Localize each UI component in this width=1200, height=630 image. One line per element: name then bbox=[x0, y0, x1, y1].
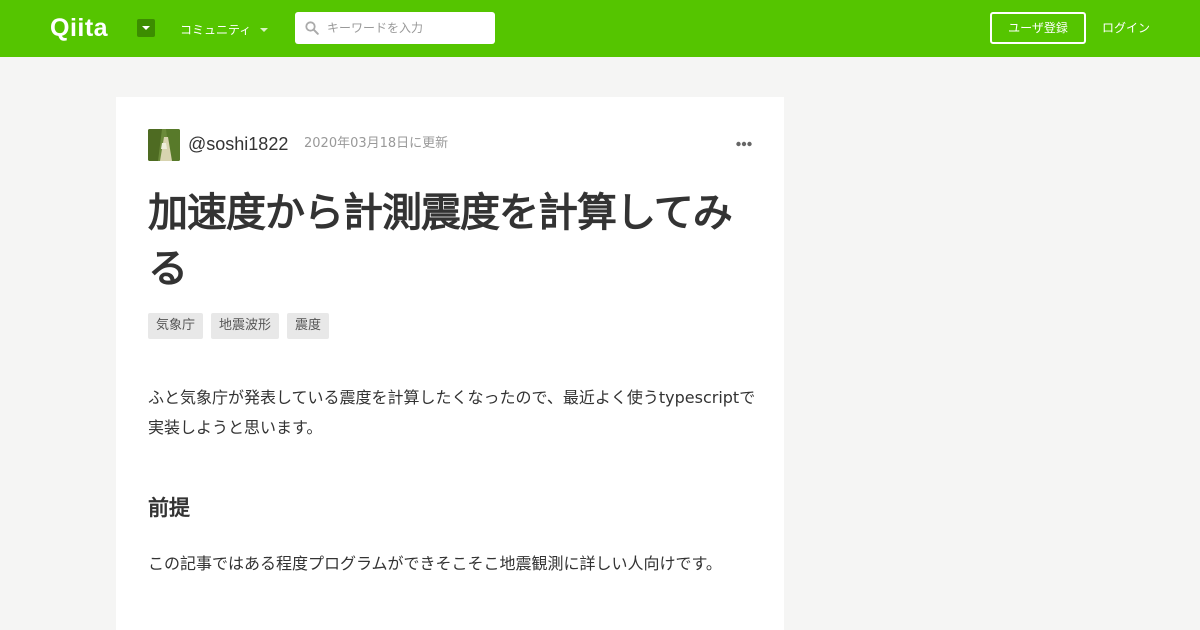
search-box bbox=[295, 12, 495, 44]
author-avatar[interactable] bbox=[148, 129, 180, 161]
article-intro-paragraph: ふと気象庁が発表している震度を計算したくなったので、最近よく使うtypescri… bbox=[148, 388, 756, 437]
tag[interactable]: 震度 bbox=[287, 313, 330, 339]
signup-button[interactable]: ユーザ登録 bbox=[990, 12, 1086, 44]
login-link[interactable]: ログイン bbox=[1102, 20, 1150, 36]
avatar-image bbox=[148, 129, 180, 161]
community-menu[interactable]: コミュニティ bbox=[180, 22, 251, 38]
global-header: Qiita コミュニティ ユーザ登録 ログイン bbox=[0, 0, 1200, 57]
more-dots-icon[interactable] bbox=[736, 141, 752, 147]
tag[interactable]: 気象庁 bbox=[148, 313, 204, 339]
qiita-logo[interactable]: Qiita bbox=[50, 14, 108, 42]
community-caret-icon bbox=[260, 28, 268, 32]
tag[interactable]: 地震波形 bbox=[211, 313, 280, 339]
search-icon bbox=[305, 21, 319, 35]
article-title: 加速度から計測震度を計算してみる bbox=[148, 190, 733, 292]
article-paragraph: この記事ではある程度プログラムができそこそこ地震観測に詳しい人向けです。 bbox=[148, 554, 722, 573]
logo-menu-caret-icon[interactable] bbox=[137, 19, 155, 37]
search-input[interactable] bbox=[327, 12, 487, 44]
article-card: @soshi1822 2020年03月18日に更新 加速度から計測震度を計算して… bbox=[116, 97, 784, 630]
tag-list: 気象庁 地震波形 震度 bbox=[148, 313, 330, 339]
updated-date: 2020年03月18日に更新 bbox=[304, 136, 449, 151]
author-username[interactable]: @soshi1822 bbox=[188, 133, 288, 155]
section-heading: 前提 bbox=[148, 496, 190, 520]
